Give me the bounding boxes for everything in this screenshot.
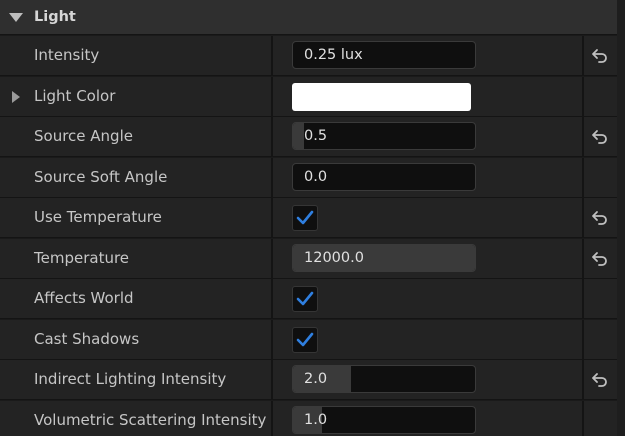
column-divider[interactable] — [271, 239, 273, 278]
triangle-down-icon[interactable] — [9, 12, 23, 22]
property-row-intensity: Intensity 0.25 lux — [0, 36, 617, 76]
reset-arrow-icon[interactable] — [590, 370, 610, 390]
column-divider — [582, 198, 584, 237]
property-label-source-soft-angle: Source Soft Angle — [34, 168, 168, 186]
value-slider-volumetric-scattering-intensity[interactable]: 1.0 — [292, 406, 476, 434]
slider-fill — [293, 123, 304, 149]
property-row-volumetric-scattering-intensity: Volumetric Scattering Intensity 1.0 — [0, 401, 617, 436]
field-value: 0.5 — [304, 128, 328, 144]
column-divider[interactable] — [271, 198, 273, 237]
property-row-affects-world: Affects World — [0, 279, 617, 319]
field-value: 12000.0 — [304, 250, 364, 266]
value-slider-indirect-lighting-intensity[interactable]: 2.0 — [292, 365, 476, 393]
reset-arrow-icon[interactable] — [590, 127, 610, 147]
value-slider-source-soft-angle[interactable]: 0.0 — [292, 163, 476, 191]
column-divider — [582, 158, 584, 197]
column-divider[interactable] — [271, 279, 273, 318]
property-label-light-color: Light Color — [34, 87, 116, 105]
field-value: 0.0 — [304, 169, 328, 185]
property-label-intensity: Intensity — [34, 46, 100, 64]
column-divider[interactable] — [271, 320, 273, 359]
property-label-affects-world: Affects World — [34, 289, 134, 307]
field-value: 2.0 — [304, 371, 328, 387]
column-divider[interactable] — [271, 401, 273, 436]
column-divider — [582, 117, 584, 156]
property-row-source-soft-angle: Source Soft Angle 0.0 — [0, 158, 617, 198]
reset-arrow-icon[interactable] — [590, 46, 610, 66]
field-value: 1.0 — [304, 412, 328, 428]
property-row-cast-shadows: Cast Shadows — [0, 320, 617, 360]
value-slider-temperature[interactable]: 12000.0 — [292, 244, 476, 272]
column-divider[interactable] — [271, 117, 273, 156]
property-label-cast-shadows: Cast Shadows — [34, 330, 140, 348]
column-divider — [582, 401, 584, 436]
column-divider — [582, 36, 584, 75]
checkbox-use-temperature[interactable] — [292, 205, 318, 231]
property-label-volumetric-scattering-intensity: Volumetric Scattering Intensity — [34, 411, 267, 429]
checkbox-cast-shadows[interactable] — [292, 327, 318, 353]
property-row-use-temperature: Use Temperature — [0, 198, 617, 238]
section-title: Light — [34, 9, 76, 25]
column-divider[interactable] — [271, 360, 273, 399]
value-slider-source-angle[interactable]: 0.5 — [292, 122, 476, 150]
column-divider[interactable] — [271, 77, 273, 116]
property-label-use-temperature: Use Temperature — [34, 208, 162, 226]
property-label-temperature: Temperature — [34, 249, 130, 267]
property-label-source-angle: Source Angle — [34, 127, 133, 145]
triangle-right-icon[interactable] — [12, 91, 20, 103]
column-divider[interactable] — [271, 36, 273, 75]
column-divider — [582, 239, 584, 278]
column-divider — [582, 279, 584, 318]
details-panel: Light Intensity 0.25 lux Light Color Source… — [0, 0, 625, 436]
column-divider[interactable] — [271, 158, 273, 197]
column-divider — [582, 320, 584, 359]
section-header-light[interactable]: Light — [0, 0, 617, 35]
reset-arrow-icon[interactable] — [590, 208, 610, 228]
checkbox-affects-world[interactable] — [292, 286, 318, 312]
property-label-indirect-lighting-intensity: Indirect Lighting Intensity — [34, 370, 227, 388]
property-row-light-color: Light Color — [0, 77, 617, 117]
column-divider — [582, 77, 584, 116]
field-value: 0.25 lux — [304, 47, 363, 63]
value-input-intensity[interactable]: 0.25 lux — [292, 41, 476, 69]
property-row-indirect-lighting-intensity: Indirect Lighting Intensity 2.0 — [0, 360, 617, 400]
scrollbar[interactable] — [617, 0, 625, 436]
reset-arrow-icon[interactable] — [590, 249, 610, 269]
property-row-temperature: Temperature 12000.0 — [0, 239, 617, 279]
column-divider — [582, 360, 584, 399]
color-swatch[interactable] — [292, 83, 471, 111]
property-row-source-angle: Source Angle 0.5 — [0, 117, 617, 157]
